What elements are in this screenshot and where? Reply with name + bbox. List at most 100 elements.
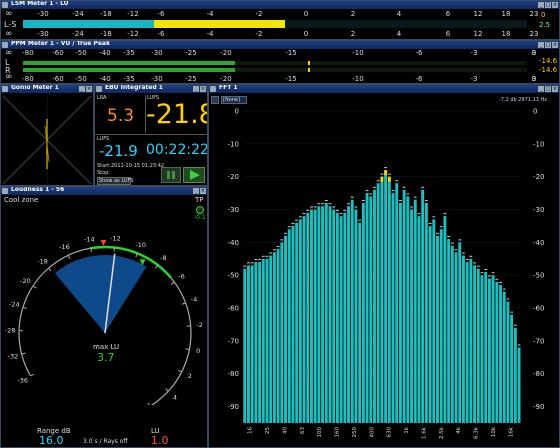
radar-scale-label: -16 <box>59 243 70 251</box>
radar-tick <box>90 248 92 253</box>
fft-peak-hold <box>335 209 339 211</box>
fft-bar <box>269 255 273 423</box>
radar-scale-label: -6 <box>178 273 184 281</box>
fft-peak-hold <box>369 193 373 195</box>
fft-bar <box>454 252 458 423</box>
lsm-bottom-tick-label: 0 <box>303 30 309 38</box>
fft-peak-hold <box>454 249 458 251</box>
max-lu-label: max LU <box>93 343 120 351</box>
close-icon[interactable]: × <box>200 188 206 194</box>
ppm-bottom-tick-label: -35 <box>123 75 135 83</box>
fft-bar <box>272 252 276 423</box>
fft-peak-hold <box>391 190 395 192</box>
fft-bar <box>361 202 365 423</box>
ppm-meter-panel: PPM Meter 1 - VU / True Peak _ □ × ∞ L R ∞… <box>0 40 560 84</box>
fft-x-tick-label: 1.6k <box>421 426 427 439</box>
fft-bar-peak <box>380 176 384 182</box>
fft-x-tick-label: 6.3k <box>474 426 480 439</box>
minimize-icon[interactable]: _ <box>79 86 85 92</box>
fft-bar <box>280 242 284 423</box>
fft-peak-hold <box>421 186 425 188</box>
radar-tick <box>185 348 190 350</box>
ppm-bottom-tick-label: -20 <box>220 75 232 83</box>
close-icon[interactable]: × <box>552 42 558 48</box>
fft-bar <box>424 202 428 423</box>
fft-peak-hold <box>376 180 380 182</box>
ppm-bottom-tick-label: -60 <box>52 75 64 83</box>
fft-bar <box>380 176 384 423</box>
lsm-top-tick-label: -6 <box>157 10 165 18</box>
fft-peak-hold <box>443 213 447 215</box>
loudness-radar: -36-32-28-24-20-18-16-14 -12-10-8-6-4-202… <box>5 235 203 405</box>
fft-bar <box>447 239 451 423</box>
fft-bar <box>369 196 373 423</box>
minimize-icon[interactable]: _ <box>193 188 199 194</box>
close-icon[interactable]: × <box>86 86 92 92</box>
maximize-icon[interactable]: □ <box>545 86 551 92</box>
ppm-top-tick-label: -60 <box>52 49 64 57</box>
radar-tick <box>48 267 52 272</box>
fft-peak-hold <box>324 199 328 201</box>
fft-mode-select[interactable]: [None] <box>221 96 247 104</box>
pause-button[interactable] <box>161 167 181 183</box>
fft-bar <box>502 291 506 423</box>
ebu-separator <box>95 134 207 135</box>
fft-bar <box>387 176 391 423</box>
show-as-lufs-button[interactable]: Show as LUFS <box>97 177 134 185</box>
ppm-bottom-tick-label: -80 <box>22 75 34 83</box>
close-icon[interactable]: × <box>552 2 558 8</box>
fft-bar <box>443 216 447 423</box>
minimize-icon[interactable]: _ <box>538 86 544 92</box>
lsm-top-tick-label: -18 <box>100 10 112 18</box>
fft-bar <box>291 225 295 423</box>
fft-bar <box>517 347 521 423</box>
fft-peak-hold <box>243 265 247 267</box>
minimize-icon[interactable]: _ <box>538 42 544 48</box>
ebu-titlebar[interactable]: EBU Integrated 1 _ × <box>95 85 207 93</box>
ppm-titlebar[interactable]: PPM Meter 1 - VU / True Peak _ □ × <box>1 41 559 49</box>
maximize-icon[interactable]: □ <box>545 2 551 8</box>
fft-y-tick-label: -80 <box>228 370 239 378</box>
fft-y-tick-label: -60 <box>228 305 239 313</box>
ppm-top-tick-label: -6 <box>415 49 423 57</box>
maximize-icon[interactable]: □ <box>545 42 551 48</box>
lsm-top-tick-label: 18 <box>501 10 511 18</box>
ppm-top-tick-label: -20 <box>220 49 232 57</box>
lsm-value-top: 0 <box>541 11 546 19</box>
fft-x-tick-label: 16 <box>248 427 254 434</box>
gonio-titlebar[interactable]: Gonio Meter 1 _ × <box>1 85 93 93</box>
loudness-titlebar[interactable]: Loudness 1 - 56 _ × <box>1 187 207 195</box>
fft-peak-hold <box>413 196 417 198</box>
fft-y-tick-label-right: -40 <box>533 239 544 247</box>
fft-title: FFT 1 <box>219 84 238 91</box>
ppm-bottom-tick-label: -50 <box>75 75 87 83</box>
fft-bar <box>413 199 417 423</box>
minimize-icon[interactable]: _ <box>193 86 199 92</box>
ppm-r-fill <box>23 68 235 72</box>
fft-peak-hold <box>321 203 325 205</box>
fft-spectrum: 0 0 -10 -10 -20 -20 -30 -30 -40 -40 -50 -50 -60 -60 -7… <box>228 108 545 439</box>
fft-titlebar[interactable]: FFT 1 _ □ × <box>209 85 559 93</box>
fft-bar <box>247 265 250 423</box>
fft-peak-hold <box>517 344 521 346</box>
minimize-icon[interactable]: _ <box>538 2 544 8</box>
lsm-top-tick-label: 0 <box>303 10 309 18</box>
fft-y-tick-label-right: -70 <box>533 337 544 345</box>
lsm-top-tick-label: 6 <box>445 10 451 18</box>
fft-y-tick-label-right: -50 <box>533 272 544 280</box>
lsm-titlebar[interactable]: LSM Meter 1 - LU _ □ × <box>1 1 559 9</box>
fft-bar <box>310 209 313 423</box>
fft-bar <box>243 268 247 423</box>
ppm-inf-top: ∞ <box>5 48 13 58</box>
fft-bar <box>432 219 436 423</box>
fft-peak-hold <box>347 203 350 205</box>
fft-peak-hold <box>365 190 369 192</box>
ppm-l-track <box>23 61 527 65</box>
close-icon[interactable]: × <box>200 86 206 92</box>
close-icon[interactable]: × <box>552 86 558 92</box>
fft-bar <box>510 314 514 423</box>
fft-peak-hold <box>436 232 439 234</box>
ebu-lufs2-value: -21.9 <box>99 142 138 160</box>
play-button[interactable] <box>183 167 205 183</box>
fft-settings-button[interactable] <box>211 96 219 104</box>
